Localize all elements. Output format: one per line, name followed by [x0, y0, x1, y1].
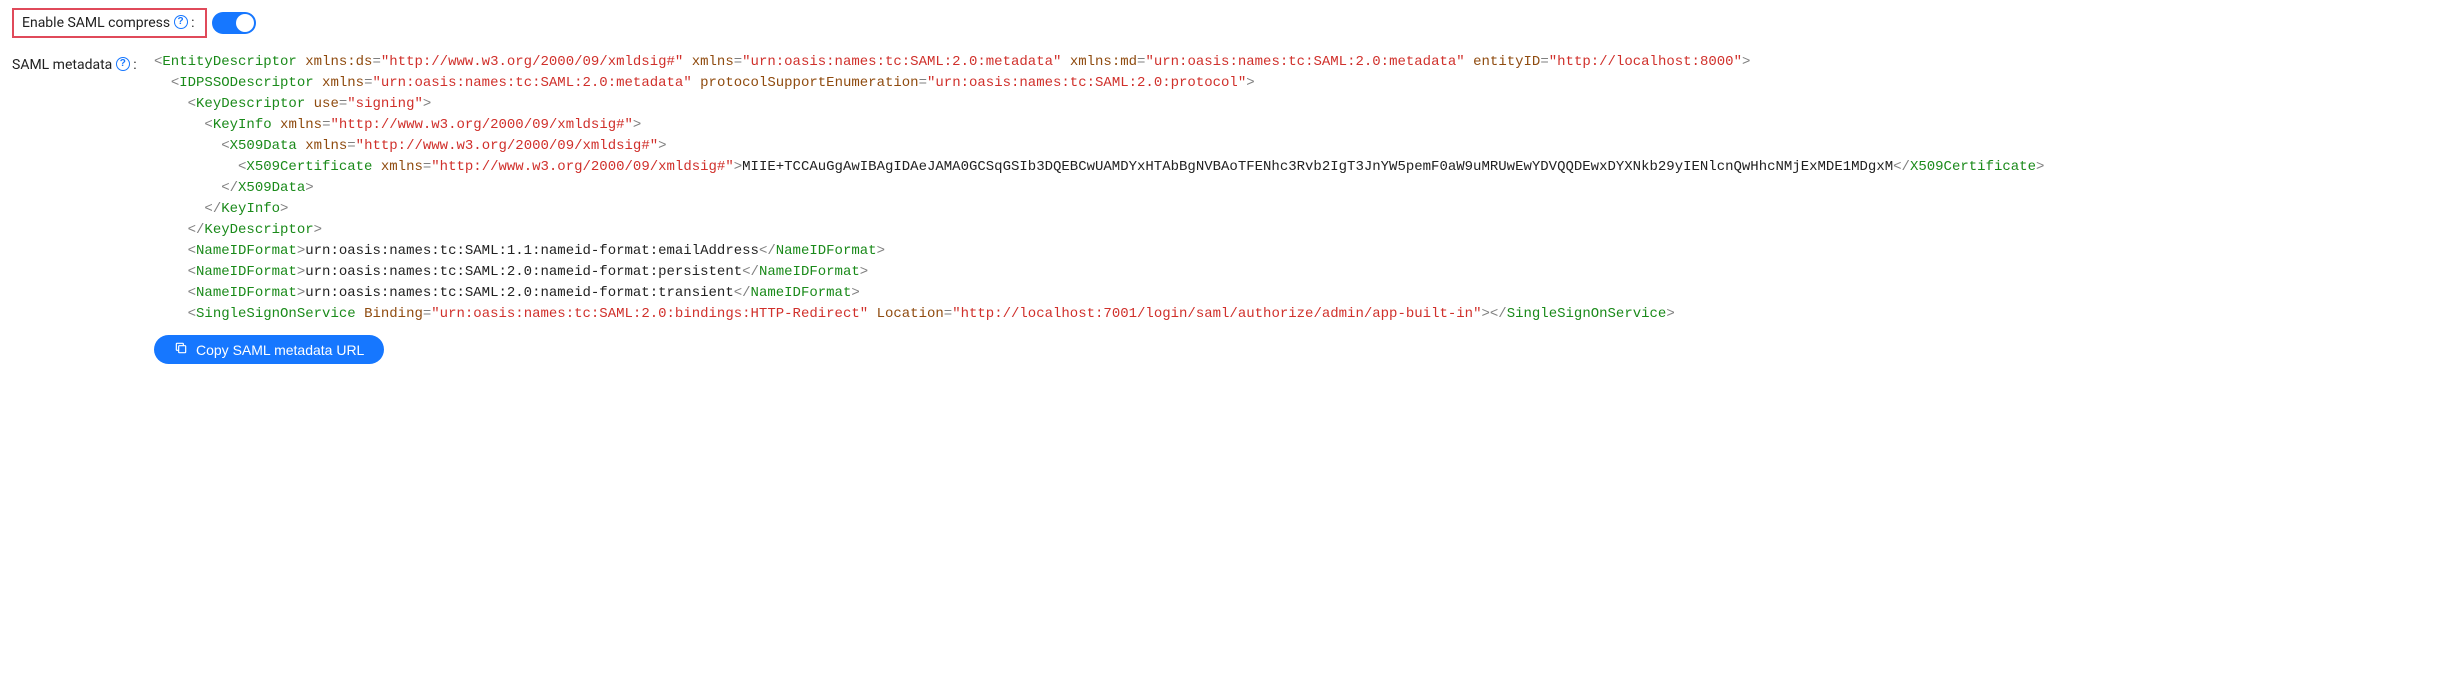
copy-icon [174, 341, 188, 358]
copy-button-label: Copy SAML metadata URL [196, 342, 364, 358]
saml-metadata-label: SAML metadata [12, 57, 112, 73]
toggle-knob [236, 14, 254, 32]
help-icon[interactable]: ? [116, 57, 130, 71]
enable-saml-compress-group: Enable SAML compress ? : [12, 8, 207, 38]
label-colon: : [191, 15, 194, 31]
label-colon: : [133, 57, 136, 73]
enable-saml-compress-toggle[interactable] [212, 12, 256, 34]
copy-saml-metadata-url-button[interactable]: Copy SAML metadata URL [154, 335, 384, 364]
help-icon[interactable]: ? [174, 15, 188, 29]
saml-metadata-viewer[interactable]: <EntityDescriptor xmlns:ds="http://www.w… [154, 52, 2438, 325]
enable-saml-compress-label: Enable SAML compress [22, 15, 170, 31]
